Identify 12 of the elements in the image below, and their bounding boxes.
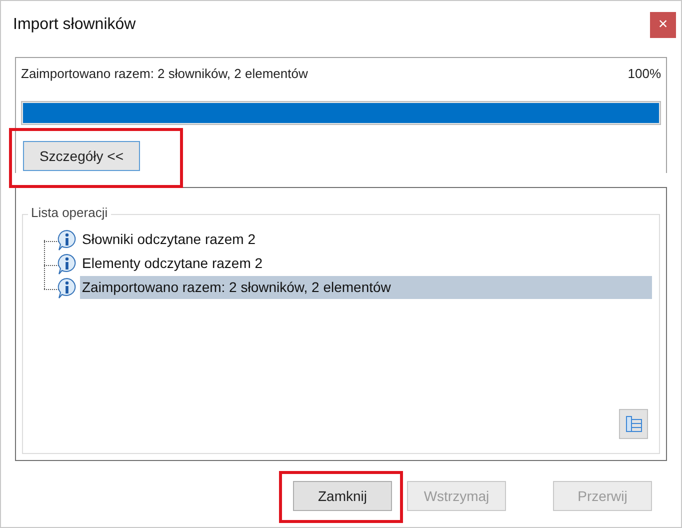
window-title: Import słowników: [13, 15, 136, 35]
list-icon: [624, 415, 642, 433]
close-button[interactable]: ×: [650, 12, 676, 38]
info-icon: [56, 252, 78, 274]
progress-percent: 100%: [628, 65, 661, 83]
info-icon: [56, 228, 78, 250]
progress-message: Zaimportowano razem: 2 słowników, 2 elementów: [21, 65, 308, 83]
operation-item[interactable]: Zaimportowano razem: 2 słowników, 2 elementów: [80, 276, 652, 299]
info-icon: [56, 276, 78, 298]
details-button[interactable]: Szczegóły <<: [23, 141, 140, 171]
dialog-button[interactable]: Zamknij: [293, 481, 392, 511]
list-view-button[interactable]: [619, 409, 648, 439]
